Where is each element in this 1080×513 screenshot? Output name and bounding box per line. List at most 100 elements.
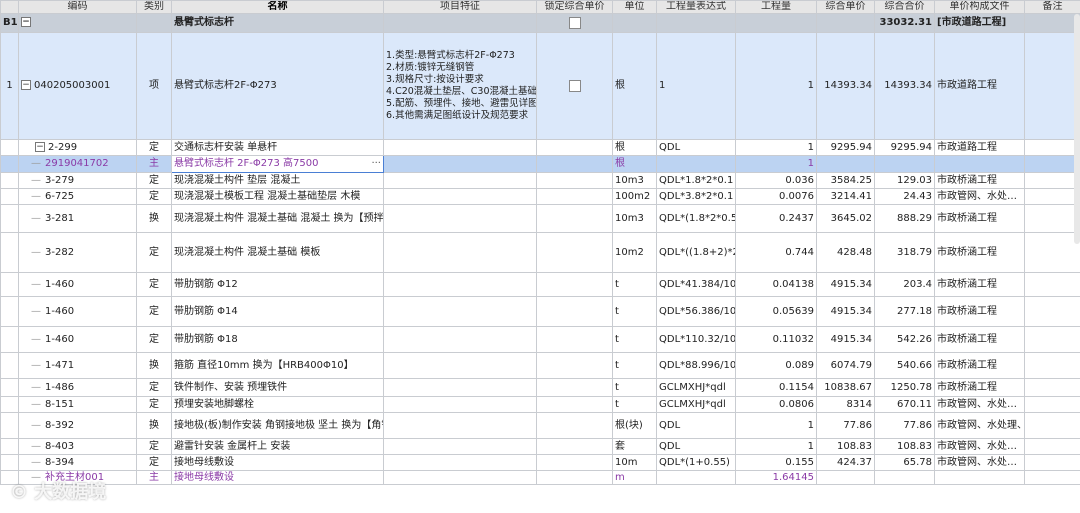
row-name[interactable]: 预埋安装地脚螺栓 [171, 396, 384, 413]
header-lock-price[interactable]: 锁定综合单价 [536, 0, 613, 14]
row-remark[interactable] [1024, 139, 1080, 156]
item-row[interactable]: 1 −040205003001 项 悬臂式标志杆2F-Φ273 1.类型:悬臂式… [0, 32, 1080, 140]
row-unit[interactable]: 10m2 [612, 232, 657, 273]
item-lock-checkbox[interactable] [568, 79, 581, 92]
header-code[interactable]: 编码 [18, 0, 137, 14]
item-quantity[interactable]: 1 [735, 32, 817, 140]
row-price-file[interactable]: 市政管网、水处… [934, 188, 1025, 205]
row-code-cell[interactable]: — 8-151 [18, 396, 137, 413]
row-price-file[interactable]: 市政管网、水处… [934, 438, 1025, 455]
row-name[interactable]: ··· 悬臂式标志杆 2F-Φ273 高7500 [171, 155, 384, 173]
row-features[interactable] [383, 296, 537, 327]
row-name[interactable]: 带肋钢筋 Φ14 [171, 296, 384, 327]
row-name[interactable]: 接地极(板)制作安装 角钢接地极 坚土 换为【角钢63以内】 [171, 412, 384, 439]
header-quantity[interactable]: 工程量 [735, 0, 817, 14]
row-expression[interactable]: QDL*(1.8*2*0.5+0.7*0.7*1.3) [656, 204, 736, 233]
row-features[interactable] [383, 412, 537, 439]
row-code-cell[interactable]: — 8-403 [18, 438, 137, 455]
item-name[interactable]: 悬臂式标志杆2F-Φ273 [171, 32, 384, 140]
table-row[interactable]: — 1-486 定铁件制作、安装 预埋铁件 t GCLMXHJ*qdl 0.1154 108… [0, 378, 1080, 397]
table-row[interactable]: — 2919041702 主 ··· 悬臂式标志杆 2F-Φ273 高7500 根 1 [0, 155, 1080, 173]
table-row[interactable]: — 3-281 换现浇混凝土构件 混凝土基础 混凝土 换为【预拌混凝土C30】 10m… [0, 204, 1080, 233]
row-expression[interactable] [656, 470, 736, 485]
row-remark[interactable] [1024, 378, 1080, 397]
row-price-file[interactable]: 市政管网、水处… [934, 396, 1025, 413]
row-unit[interactable]: t [612, 272, 657, 297]
row-features[interactable] [383, 188, 537, 205]
row-quantity[interactable]: 1 [735, 155, 817, 173]
header-expression[interactable]: 工程量表达式 [656, 0, 736, 14]
row-code-cell[interactable]: — 6-725 [18, 188, 137, 205]
collapse-toggle-icon[interactable]: − [21, 80, 31, 90]
row-unit[interactable]: 套 [612, 438, 657, 455]
table-row[interactable]: −2-299 定交通标志杆安装 单悬杆根 QDL 1 9295.94 9295.94 市政道… [0, 139, 1080, 156]
row-price-file[interactable] [934, 155, 1025, 173]
row-expression[interactable]: GCLMXHJ*qdl [656, 378, 736, 397]
row-features[interactable] [383, 172, 537, 189]
row-features[interactable] [383, 470, 537, 485]
row-expression[interactable]: QDL*41.384/1000 [656, 272, 736, 297]
row-remark[interactable] [1024, 188, 1080, 205]
row-expression[interactable]: GCLMXHJ*qdl [656, 396, 736, 413]
row-expression[interactable]: QDL [656, 139, 736, 156]
row-expression[interactable]: QDL*3.8*2*0.1 [656, 188, 736, 205]
table-row[interactable]: — 3-282 定现浇混凝土构件 混凝土基础 模板 10m2 QDL*((1.8+2)*… [0, 232, 1080, 273]
item-expression[interactable]: 1 [656, 32, 736, 140]
row-name[interactable]: 现浇混凝土构件 混凝土基础 混凝土 换为【预拌混凝土C30】 [171, 204, 384, 233]
row-quantity[interactable]: 0.089 [735, 352, 817, 379]
row-quantity[interactable]: 1 [735, 139, 817, 156]
row-code-cell[interactable]: — 8-394 [18, 454, 137, 471]
row-remark[interactable] [1024, 352, 1080, 379]
row-quantity[interactable]: 0.155 [735, 454, 817, 471]
row-unit[interactable]: t [612, 378, 657, 397]
table-row[interactable]: — 1-460 定带肋钢筋 Φ14 tQDL*56.386/10000.0563949… [0, 296, 1080, 327]
row-name[interactable]: 铁件制作、安装 预埋铁件 [171, 378, 384, 397]
row-quantity[interactable]: 0.04138 [735, 272, 817, 297]
row-features[interactable] [383, 155, 537, 173]
row-features[interactable] [383, 396, 537, 413]
row-unit[interactable]: t [612, 326, 657, 353]
row-remark[interactable] [1024, 272, 1080, 297]
table-row[interactable]: — 1-471 换箍筋 直径10mm 换为【HRB400Φ10】 t QDL*88.99… [0, 352, 1080, 379]
table-row[interactable]: — 8-392 换接地极(板)制作安装 角钢接地极 坚土 换为【角钢63以内】 根(块… [0, 412, 1080, 439]
row-features[interactable] [383, 139, 537, 156]
row-remark[interactable] [1024, 412, 1080, 439]
row-unit[interactable]: t [612, 296, 657, 327]
more-options-icon[interactable]: ··· [371, 158, 381, 170]
item-price-file[interactable]: 市政道路工程 [934, 32, 1025, 140]
header-remark[interactable]: 备注 [1024, 0, 1080, 14]
row-code-cell[interactable]: — 8-392 [18, 412, 137, 439]
row-price-file[interactable]: 市政桥涵工程 [934, 378, 1025, 397]
row-price-file[interactable]: 市政桥涵工程 [934, 204, 1025, 233]
row-quantity[interactable]: 0.0076 [735, 188, 817, 205]
item-features[interactable]: 1.类型:悬臂式标志杆2F-Φ273 2.材质:镀锌无缝钢管 3.规格尺寸:按设计要… [383, 32, 537, 140]
header-name[interactable]: 名称 [171, 0, 384, 14]
row-code-cell[interactable]: — 3-282 [18, 232, 137, 273]
row-features[interactable] [383, 454, 537, 471]
table-row[interactable]: — 补充主材001 主接地母线敷设 m 1.64145 [0, 470, 1080, 485]
row-expression[interactable]: QDL*88.996/1000 [656, 352, 736, 379]
row-expression[interactable]: QDL*56.386/1000 [656, 296, 736, 327]
row-name[interactable]: 现浇混凝土构件 垫层 混凝土 [171, 172, 384, 189]
section-row[interactable]: B1 − 悬臂式标志杆 33032.31 [市政道路工程] [0, 13, 1080, 33]
row-remark[interactable] [1024, 438, 1080, 455]
row-features[interactable] [383, 352, 537, 379]
row-price-file[interactable]: 市政道路工程 [934, 139, 1025, 156]
row-remark[interactable] [1024, 326, 1080, 353]
row-price-file[interactable] [934, 470, 1025, 485]
row-remark[interactable] [1024, 155, 1080, 173]
table-row[interactable]: — 1-460 定带肋钢筋 Φ18 tQDL*110.32/10000.1103249… [0, 326, 1080, 353]
row-unit[interactable]: 10m3 [612, 204, 657, 233]
row-name[interactable]: 接地母线敷设 [171, 470, 384, 485]
row-price-file[interactable]: 市政桥涵工程 [934, 296, 1025, 327]
row-name[interactable]: 带肋钢筋 Φ12 [171, 272, 384, 297]
row-name[interactable]: 带肋钢筋 Φ18 [171, 326, 384, 353]
row-features[interactable] [383, 272, 537, 297]
row-quantity[interactable]: 0.2437 [735, 204, 817, 233]
row-unit[interactable]: t [612, 396, 657, 413]
table-row[interactable]: — 8-151 定预埋安装地脚螺栓 t GCLMXHJ*qdl 0.0806 8314 670… [0, 396, 1080, 413]
table-row[interactable]: — 8-394 定接地母线敷设 10m QDL*(1+0.55) 0.155 424.37 6… [0, 454, 1080, 471]
row-name[interactable]: 交通标志杆安装 单悬杆 [171, 139, 384, 156]
row-code-cell[interactable]: — 1-471 [18, 352, 137, 379]
row-remark[interactable] [1024, 454, 1080, 471]
